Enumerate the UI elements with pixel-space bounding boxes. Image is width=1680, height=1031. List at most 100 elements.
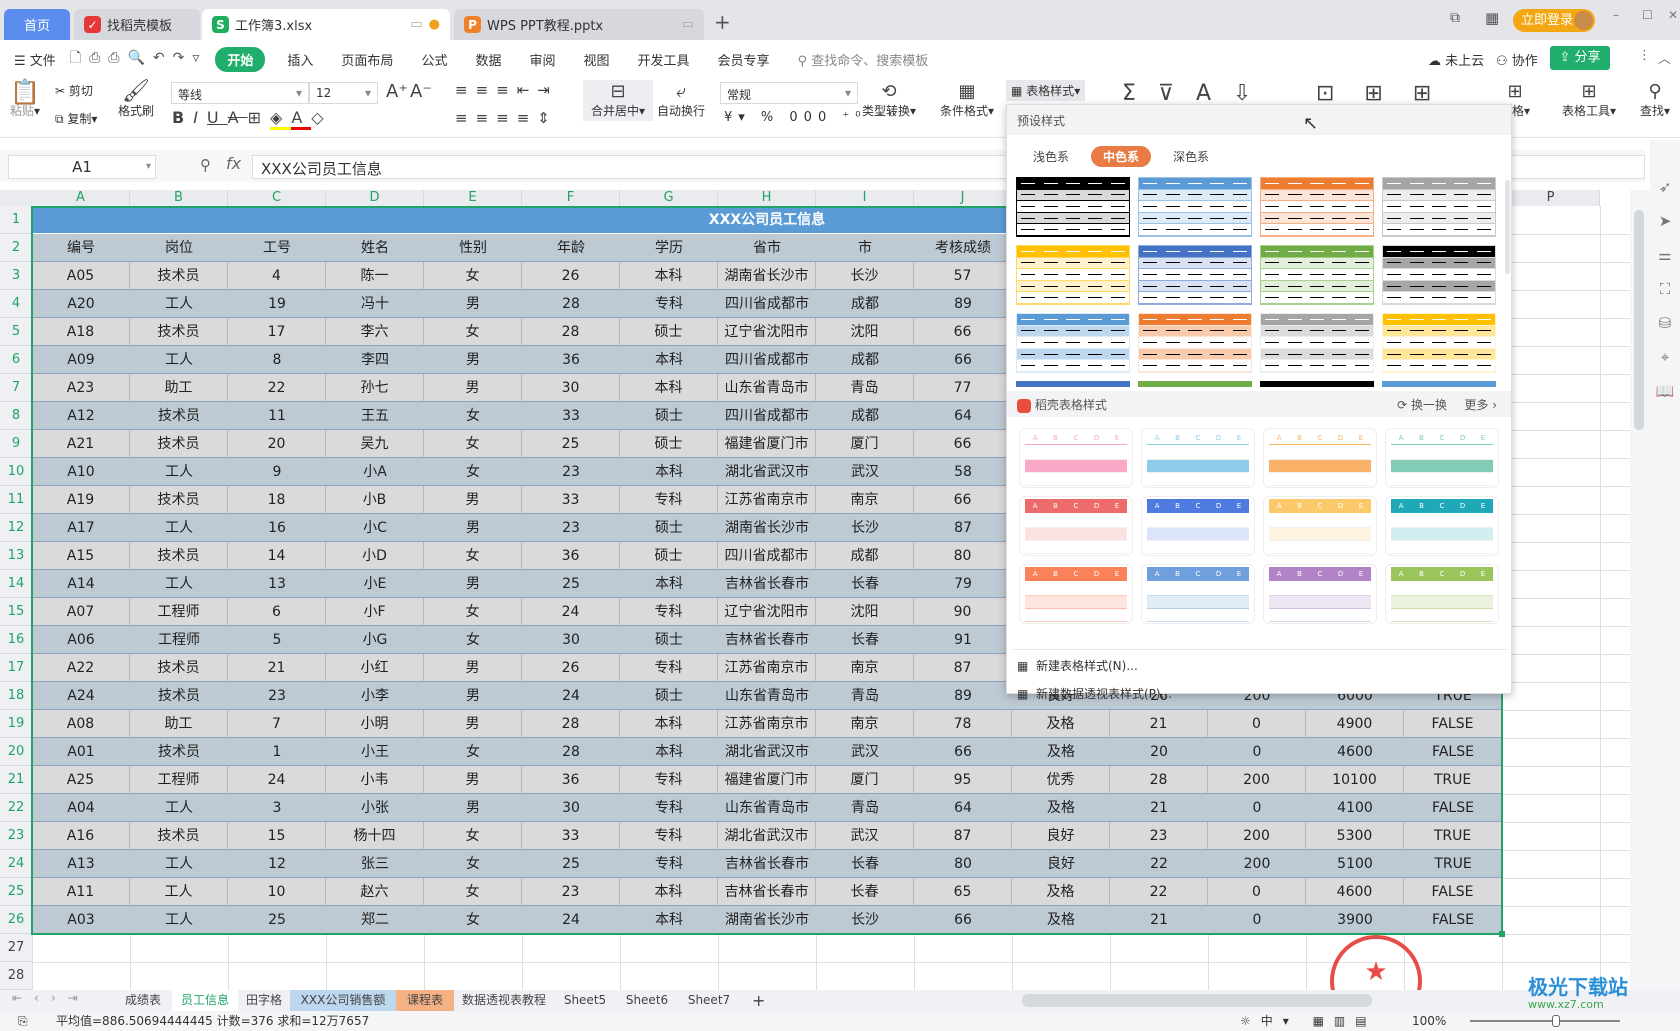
dropdown-scrollbar[interactable] bbox=[1505, 180, 1510, 274]
sheet-nav-arrows[interactable]: ⇤‹›⇥ bbox=[12, 991, 90, 1005]
clear-icon[interactable]: ◇ bbox=[311, 108, 332, 127]
zoom-level[interactable]: 100% bbox=[1412, 1011, 1446, 1031]
docer-style-thumbnail[interactable]: A B C D E bbox=[1019, 496, 1133, 556]
column-header[interactable]: A bbox=[32, 190, 130, 206]
preset-style-thumbnail[interactable] bbox=[1260, 245, 1374, 305]
row-header[interactable]: 15 bbox=[0, 598, 32, 626]
preset-style-thumbnail[interactable] bbox=[1016, 245, 1130, 305]
type-convert-button[interactable]: ⟲ 类型转换▾ bbox=[862, 82, 916, 119]
horizontal-align-icons[interactable]: ≡≡≡≡⇕ bbox=[455, 108, 558, 128]
docer-style-thumbnail[interactable]: A B C D E bbox=[1141, 496, 1255, 556]
column-header[interactable]: F bbox=[522, 190, 620, 206]
sheet-tab[interactable]: XXX公司销售额 bbox=[290, 990, 396, 1011]
fill-handle[interactable] bbox=[1499, 931, 1505, 937]
menu-start[interactable]: 开始 bbox=[215, 46, 266, 72]
underline-icon[interactable]: U bbox=[207, 108, 228, 127]
backup-icon[interactable]: ⛁ bbox=[1650, 306, 1680, 340]
login-button[interactable]: 立即登录 bbox=[1513, 9, 1595, 32]
column-header[interactable]: P bbox=[1502, 190, 1600, 206]
row-header[interactable]: 22 bbox=[0, 794, 32, 822]
refresh-button[interactable]: ⟳ 换一换 bbox=[1397, 396, 1447, 413]
row-header[interactable]: 23 bbox=[0, 822, 32, 850]
collaborate-button[interactable]: ⚇ 协作 bbox=[1496, 50, 1538, 69]
menu-view[interactable]: 视图 bbox=[569, 50, 623, 69]
sheet-tab[interactable]: Sheet7 bbox=[678, 990, 740, 1011]
collapse-ribbon-icon[interactable]: ︿ bbox=[1658, 48, 1671, 67]
preset-style-thumbnail[interactable] bbox=[1138, 245, 1252, 305]
new-pivot-style-item[interactable]: ▦ 新建数据透视表样式(P)... bbox=[1017, 685, 1172, 702]
sheet-tab[interactable]: 成绩表 bbox=[114, 990, 172, 1011]
add-sheet-button[interactable]: + bbox=[742, 990, 775, 1011]
pointer-icon[interactable]: ➤ bbox=[1650, 204, 1680, 238]
view-mode-icons[interactable]: ☼中▾ ▦▥▤ bbox=[1240, 1011, 1377, 1031]
preset-style-thumbnail[interactable] bbox=[1016, 381, 1130, 387]
row-header[interactable]: 2 bbox=[0, 234, 32, 262]
minimize-icon[interactable]: – bbox=[1613, 8, 1619, 22]
preset-style-thumbnail[interactable] bbox=[1260, 177, 1374, 237]
number-format-select[interactable]: 常规 ▾ bbox=[720, 82, 858, 104]
vertical-scrollbar[interactable] bbox=[1630, 190, 1650, 990]
preset-style-thumbnail[interactable] bbox=[1382, 313, 1496, 373]
column-header[interactable]: E bbox=[424, 190, 522, 206]
menu-insert[interactable]: 插入 bbox=[273, 50, 327, 69]
table-tools-button[interactable]: ⊞ 表格工具▾ bbox=[1562, 82, 1616, 119]
horizontal-scrollbar[interactable] bbox=[1022, 994, 1372, 1007]
font-size-select[interactable]: 12 ▾ bbox=[309, 82, 378, 104]
copy-button[interactable]: ⧉ 复制▾ bbox=[55, 110, 97, 127]
docer-style-thumbnail[interactable]: A B C D E bbox=[1385, 564, 1499, 624]
row-header[interactable]: 9 bbox=[0, 430, 32, 458]
row-header[interactable]: 25 bbox=[0, 878, 32, 906]
more-icon[interactable]: ⋮ bbox=[1638, 48, 1651, 63]
table-style-button[interactable]: ▦ 表格样式▾ bbox=[1006, 80, 1086, 101]
more-button[interactable]: 更多 › bbox=[1464, 396, 1497, 413]
row-header[interactable]: 4 bbox=[0, 290, 32, 318]
zoom-formula-icon[interactable]: ⚲ bbox=[200, 156, 211, 174]
layout-icon[interactable]: ⧉ bbox=[1450, 10, 1460, 26]
menu-page-layout[interactable]: 页面布局 bbox=[327, 50, 407, 69]
menu-developer[interactable]: 开发工具 bbox=[624, 50, 704, 69]
row-header[interactable]: 8 bbox=[0, 402, 32, 430]
tab-docer-templates[interactable]: ✓ 找稻壳模板 bbox=[74, 9, 200, 40]
preset-style-thumbnail[interactable] bbox=[1382, 245, 1496, 305]
row-header[interactable]: 3 bbox=[0, 262, 32, 290]
docer-style-thumbnail[interactable]: A B C D E bbox=[1141, 428, 1255, 488]
tab-workbook[interactable]: S 工作簿3.xlsx ▭ ● bbox=[202, 9, 450, 40]
docer-style-thumbnail[interactable]: A B C D E bbox=[1019, 428, 1133, 488]
command-search[interactable]: ⚲ 查找命令、搜索模板 bbox=[784, 50, 943, 69]
column-header[interactable]: J bbox=[914, 190, 1012, 206]
border-icon[interactable]: ⊞ bbox=[248, 108, 270, 127]
sheet-tab[interactable]: 员工信息 bbox=[172, 990, 238, 1011]
docer-style-thumbnail[interactable]: A B C D E bbox=[1385, 496, 1499, 556]
row-header[interactable]: 24 bbox=[0, 850, 32, 878]
preset-style-thumbnail[interactable] bbox=[1016, 177, 1130, 237]
menu-formula[interactable]: 公式 bbox=[407, 50, 461, 69]
merge-center-button[interactable]: ⊟ 合并居中▾ bbox=[583, 80, 653, 121]
preset-style-thumbnail[interactable] bbox=[1260, 381, 1374, 387]
rocket-icon[interactable]: ➶ bbox=[1650, 170, 1680, 204]
italic-icon[interactable]: I bbox=[193, 108, 207, 127]
docer-style-thumbnail[interactable]: A B C D E bbox=[1263, 496, 1377, 556]
settings-sliders-icon[interactable]: ⚌ bbox=[1650, 238, 1680, 272]
preset-style-thumbnail[interactable] bbox=[1260, 313, 1374, 373]
column-header[interactable]: I bbox=[816, 190, 914, 206]
sheet-tab[interactable]: Sheet5 bbox=[554, 990, 616, 1011]
font-style-buttons[interactable]: BIUA⊞◈A◇ bbox=[172, 108, 333, 130]
bold-icon[interactable]: B bbox=[172, 108, 193, 127]
docer-style-thumbnail[interactable]: A B C D E bbox=[1141, 564, 1255, 624]
data-tools-icons[interactable]: Σ⊽A⇩ bbox=[1122, 83, 1274, 105]
macro-icon[interactable]: ⎘ bbox=[18, 1011, 28, 1031]
preset-style-thumbnail[interactable] bbox=[1382, 177, 1496, 237]
column-header[interactable]: G bbox=[620, 190, 718, 206]
cloud-status[interactable]: ☁ 未上云 bbox=[1428, 50, 1484, 69]
row-header[interactable]: 10 bbox=[0, 458, 32, 486]
row-header[interactable]: 11 bbox=[0, 486, 32, 514]
row-header[interactable]: 12 bbox=[0, 514, 32, 542]
cut-button[interactable]: ✂ 剪切 bbox=[55, 82, 93, 99]
name-box[interactable]: A1 ▾ bbox=[8, 155, 156, 179]
tab-home[interactable]: 首页 bbox=[4, 9, 70, 40]
cell-tools-icons[interactable]: ⊡⊞⊞ bbox=[1316, 83, 1461, 105]
wrap-text-button[interactable]: ⤶ 自动换行 bbox=[657, 82, 705, 119]
row-header[interactable]: 6 bbox=[0, 346, 32, 374]
new-tab-button[interactable]: + bbox=[714, 10, 731, 34]
column-header[interactable]: D bbox=[326, 190, 424, 206]
